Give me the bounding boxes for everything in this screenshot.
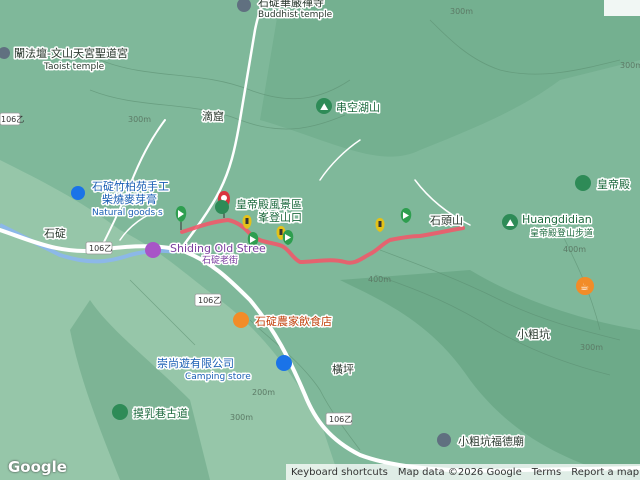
- label-bamboo-shop-en: Natural goods s: [92, 208, 163, 218]
- fullscreen-button[interactable]: [604, 0, 640, 16]
- contour-label-300-south: 300m: [230, 413, 253, 422]
- label-moru-trail: 摸乳巷古道: [133, 406, 188, 420]
- label-buddhist-temple-en: Buddhist temple: [258, 10, 333, 20]
- label-camping-shop: 崇尚遊有限公司: [157, 356, 234, 370]
- temple-icon-xiaocukeng: [437, 433, 451, 447]
- contour-label-400-center: 400m: [368, 275, 391, 284]
- label-bamboo-shop-1: 石碇竹柏苑手工: [92, 179, 169, 193]
- label-hengping: 橫坪: [332, 362, 354, 376]
- label-huangdidian-ne: 皇帝殿: [597, 177, 630, 191]
- report-error-link[interactable]: Report a map error: [571, 467, 640, 478]
- route-106-label-nw: 106乙: [1, 115, 24, 124]
- label-xiaocukeng-temple: 小粗坑福德廟: [458, 434, 524, 448]
- contour-label-300-east: 300m: [580, 343, 603, 352]
- contour-label-300-west: 300m: [128, 115, 151, 124]
- route-106-label-center: 106乙: [198, 296, 221, 305]
- coffee-cup-icon: ☕: [580, 282, 589, 293]
- terms-link[interactable]: Terms: [532, 467, 561, 478]
- map-data-attribution: Map data ©2026 Google: [397, 466, 522, 478]
- keyboard-shortcuts-link[interactable]: Keyboard shortcuts: [291, 467, 388, 478]
- label-restaurant: 石碇農家飲食店: [255, 314, 332, 328]
- label-old-street-en: Shiding Old Stree: [170, 242, 266, 255]
- google-logo-text: Google: [8, 458, 67, 476]
- route-106-label-south: 106乙: [329, 415, 352, 424]
- label-shitoushan: 石頭山: [430, 214, 463, 227]
- shopping-icon: [71, 186, 85, 200]
- hiker-icon-2: ⛰: [506, 218, 515, 229]
- contour-label-400-east: 400m: [563, 245, 586, 254]
- contour-label-300-ne: 300m: [620, 61, 640, 70]
- terrain-map[interactable]: 300m 300m 400m 400m 300m 300m 200m 300m …: [0, 0, 640, 480]
- store-icon: [276, 355, 292, 371]
- label-shiding: 石碇: [44, 226, 66, 240]
- label-camping-en: Camping store: [185, 372, 251, 382]
- label-old-street-zh: 石碇老街: [202, 254, 238, 266]
- label-dizhai: 滴窟: [202, 109, 224, 123]
- label-buddhist-temple: 石碇華嚴禪寺: [258, 0, 324, 9]
- hiker-icon-1: ⛰: [320, 102, 329, 113]
- label-huangdidian-en: Huangdidian: [522, 213, 592, 226]
- map-footer: Keyboard shortcuts Map data ©2026 Google…: [286, 464, 640, 480]
- restaurant-icon: [233, 312, 249, 328]
- old-street-icon: [145, 242, 161, 258]
- label-bamboo-shop-2: 柴燒麥芽膏: [102, 192, 157, 206]
- scenic-area-icon: [215, 200, 229, 214]
- contour-label-300-north: 300m: [450, 7, 473, 16]
- hike-icon-huangdidian-ne: [575, 175, 591, 191]
- label-xiaocukeng: 小粗坑: [517, 327, 550, 341]
- label-taoist-temple: 闡法壇-文山天宮聖道宮: [14, 46, 128, 60]
- google-logo[interactable]: Google: [8, 458, 67, 476]
- label-huangdidian-trail: 皇帝殿登山步道: [530, 227, 593, 239]
- route-106-label-west: 106乙: [89, 244, 112, 253]
- label-huangdi-scenic-1: 皇帝殿風景區: [236, 197, 302, 211]
- contour-label-200: 200m: [252, 388, 275, 397]
- label-chuankonghu: 串空湖山: [336, 100, 380, 114]
- hike-icon-moru: [112, 404, 128, 420]
- label-huangdi-scenic-2: 峯登山口: [258, 210, 302, 224]
- label-taoist-temple-en: Taoist temple: [43, 62, 105, 72]
